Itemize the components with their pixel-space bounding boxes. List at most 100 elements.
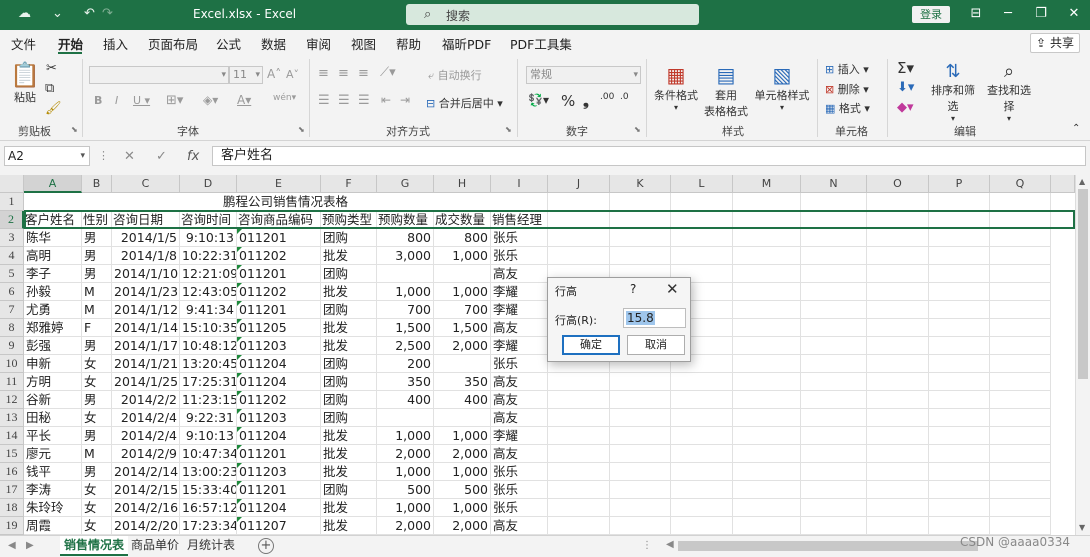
empty-cell[interactable]: [548, 373, 610, 391]
empty-cell[interactable]: [610, 427, 671, 445]
empty-cell[interactable]: [867, 391, 929, 409]
data-cell[interactable]: 李耀: [491, 283, 548, 301]
data-cell[interactable]: 团购: [321, 409, 377, 427]
empty-cell[interactable]: [929, 463, 990, 481]
empty-cell[interactable]: [733, 409, 801, 427]
data-cell[interactable]: 350: [377, 373, 434, 391]
data-cell[interactable]: 平长: [24, 427, 82, 445]
data-cell[interactable]: 高友: [491, 265, 548, 283]
row-header[interactable]: 13: [0, 409, 24, 427]
data-cell[interactable]: 李耀: [491, 337, 548, 355]
empty-cell[interactable]: [733, 355, 801, 373]
add-sheet-button[interactable]: +: [258, 538, 274, 554]
empty-cell[interactable]: [733, 463, 801, 481]
data-cell[interactable]: 李涛: [24, 481, 82, 499]
data-cell[interactable]: 高友: [491, 373, 548, 391]
find-select-button[interactable]: ⌕ 查找和选择 ▾: [982, 61, 1036, 123]
empty-cell[interactable]: [733, 247, 801, 265]
empty-cell[interactable]: [801, 391, 867, 409]
empty-cell[interactable]: [801, 211, 867, 229]
empty-cell[interactable]: [671, 247, 733, 265]
merge-center-button[interactable]: ⊟ 合并后居中 ▾: [426, 95, 503, 111]
empty-cell[interactable]: [801, 427, 867, 445]
data-cell[interactable]: 2014/2/2: [112, 391, 180, 409]
empty-cell[interactable]: [867, 499, 929, 517]
data-cell[interactable]: 男: [82, 265, 112, 283]
data-cell[interactable]: 李耀: [491, 427, 548, 445]
sheet-tab-prices[interactable]: 商品单价: [127, 536, 183, 556]
delete-cells-button[interactable]: ⊠ 删除 ▾: [825, 81, 869, 97]
font-size-combo[interactable]: 11 ▾: [229, 66, 263, 84]
data-cell[interactable]: 2014/1/5: [112, 229, 180, 247]
data-cell[interactable]: 批发: [321, 517, 377, 535]
header-cell[interactable]: 客户姓名: [24, 211, 82, 229]
data-cell[interactable]: 011204: [237, 355, 321, 373]
data-cell[interactable]: 男: [82, 391, 112, 409]
empty-cell[interactable]: [990, 193, 1051, 211]
data-cell[interactable]: 1,000: [377, 499, 434, 517]
data-cell[interactable]: 9:22:31: [180, 409, 237, 427]
data-cell[interactable]: 孙毅: [24, 283, 82, 301]
more-tabs-icon[interactable]: ⋮: [642, 540, 652, 551]
row-header[interactable]: 6: [0, 283, 24, 301]
header-cell[interactable]: 预购类型: [321, 211, 377, 229]
empty-cell[interactable]: [610, 391, 671, 409]
data-cell[interactable]: 2,000: [434, 337, 491, 355]
row-header[interactable]: 4: [0, 247, 24, 265]
empty-cell[interactable]: [801, 337, 867, 355]
data-cell[interactable]: 批发: [321, 499, 377, 517]
data-cell[interactable]: 高友: [491, 445, 548, 463]
cell-styles-button[interactable]: ▧ 单元格样式 ▾: [754, 63, 810, 112]
align-top-icon[interactable]: ≡: [318, 66, 329, 81]
row-header[interactable]: 18: [0, 499, 24, 517]
data-cell[interactable]: 011202: [237, 247, 321, 265]
data-cell[interactable]: 2014/1/23: [112, 283, 180, 301]
data-cell[interactable]: 2,000: [434, 517, 491, 535]
empty-cell[interactable]: [990, 319, 1051, 337]
column-header[interactable]: P: [929, 175, 990, 193]
empty-cell[interactable]: [867, 445, 929, 463]
empty-cell[interactable]: [990, 517, 1051, 535]
empty-cell[interactable]: [733, 499, 801, 517]
empty-cell[interactable]: [671, 499, 733, 517]
data-cell[interactable]: 011202: [237, 391, 321, 409]
data-cell[interactable]: 2014/2/4: [112, 409, 180, 427]
empty-cell[interactable]: [801, 463, 867, 481]
row-header[interactable]: 14: [0, 427, 24, 445]
empty-cell[interactable]: [733, 193, 801, 211]
data-cell[interactable]: 1,000: [434, 499, 491, 517]
empty-cell[interactable]: [610, 247, 671, 265]
empty-cell[interactable]: [929, 409, 990, 427]
data-cell[interactable]: 500: [377, 481, 434, 499]
header-cell[interactable]: 咨询商品编码: [237, 211, 321, 229]
wrap-text-button[interactable]: ⤶ 自动换行: [428, 67, 482, 83]
empty-cell[interactable]: [867, 427, 929, 445]
data-cell[interactable]: 高友: [491, 391, 548, 409]
column-header[interactable]: B: [82, 175, 112, 193]
empty-cell[interactable]: [929, 211, 990, 229]
data-cell[interactable]: 李子: [24, 265, 82, 283]
column-header[interactable]: I: [491, 175, 548, 193]
data-cell[interactable]: 1,000: [434, 427, 491, 445]
empty-cell[interactable]: [990, 337, 1051, 355]
data-cell[interactable]: [434, 265, 491, 283]
help-icon[interactable]: ?: [630, 282, 636, 296]
empty-cell[interactable]: [929, 355, 990, 373]
data-cell[interactable]: 团购: [321, 481, 377, 499]
data-cell[interactable]: 12:43:05: [180, 283, 237, 301]
collapse-ribbon-icon[interactable]: ⌃: [1072, 123, 1080, 134]
empty-cell[interactable]: [610, 445, 671, 463]
column-header[interactable]: L: [671, 175, 733, 193]
empty-cell[interactable]: [610, 481, 671, 499]
data-cell[interactable]: 800: [377, 229, 434, 247]
alignment-launcher-icon[interactable]: ⬊: [505, 125, 512, 134]
empty-cell[interactable]: [929, 427, 990, 445]
row-header[interactable]: 7: [0, 301, 24, 319]
empty-cell[interactable]: [801, 373, 867, 391]
empty-cell[interactable]: [671, 517, 733, 535]
empty-cell[interactable]: [929, 301, 990, 319]
fill-color-icon[interactable]: ◈▾: [203, 93, 218, 107]
data-cell[interactable]: 2014/2/9: [112, 445, 180, 463]
data-cell[interactable]: 15:10:35: [180, 319, 237, 337]
font-color-icon[interactable]: A▾: [237, 93, 251, 107]
